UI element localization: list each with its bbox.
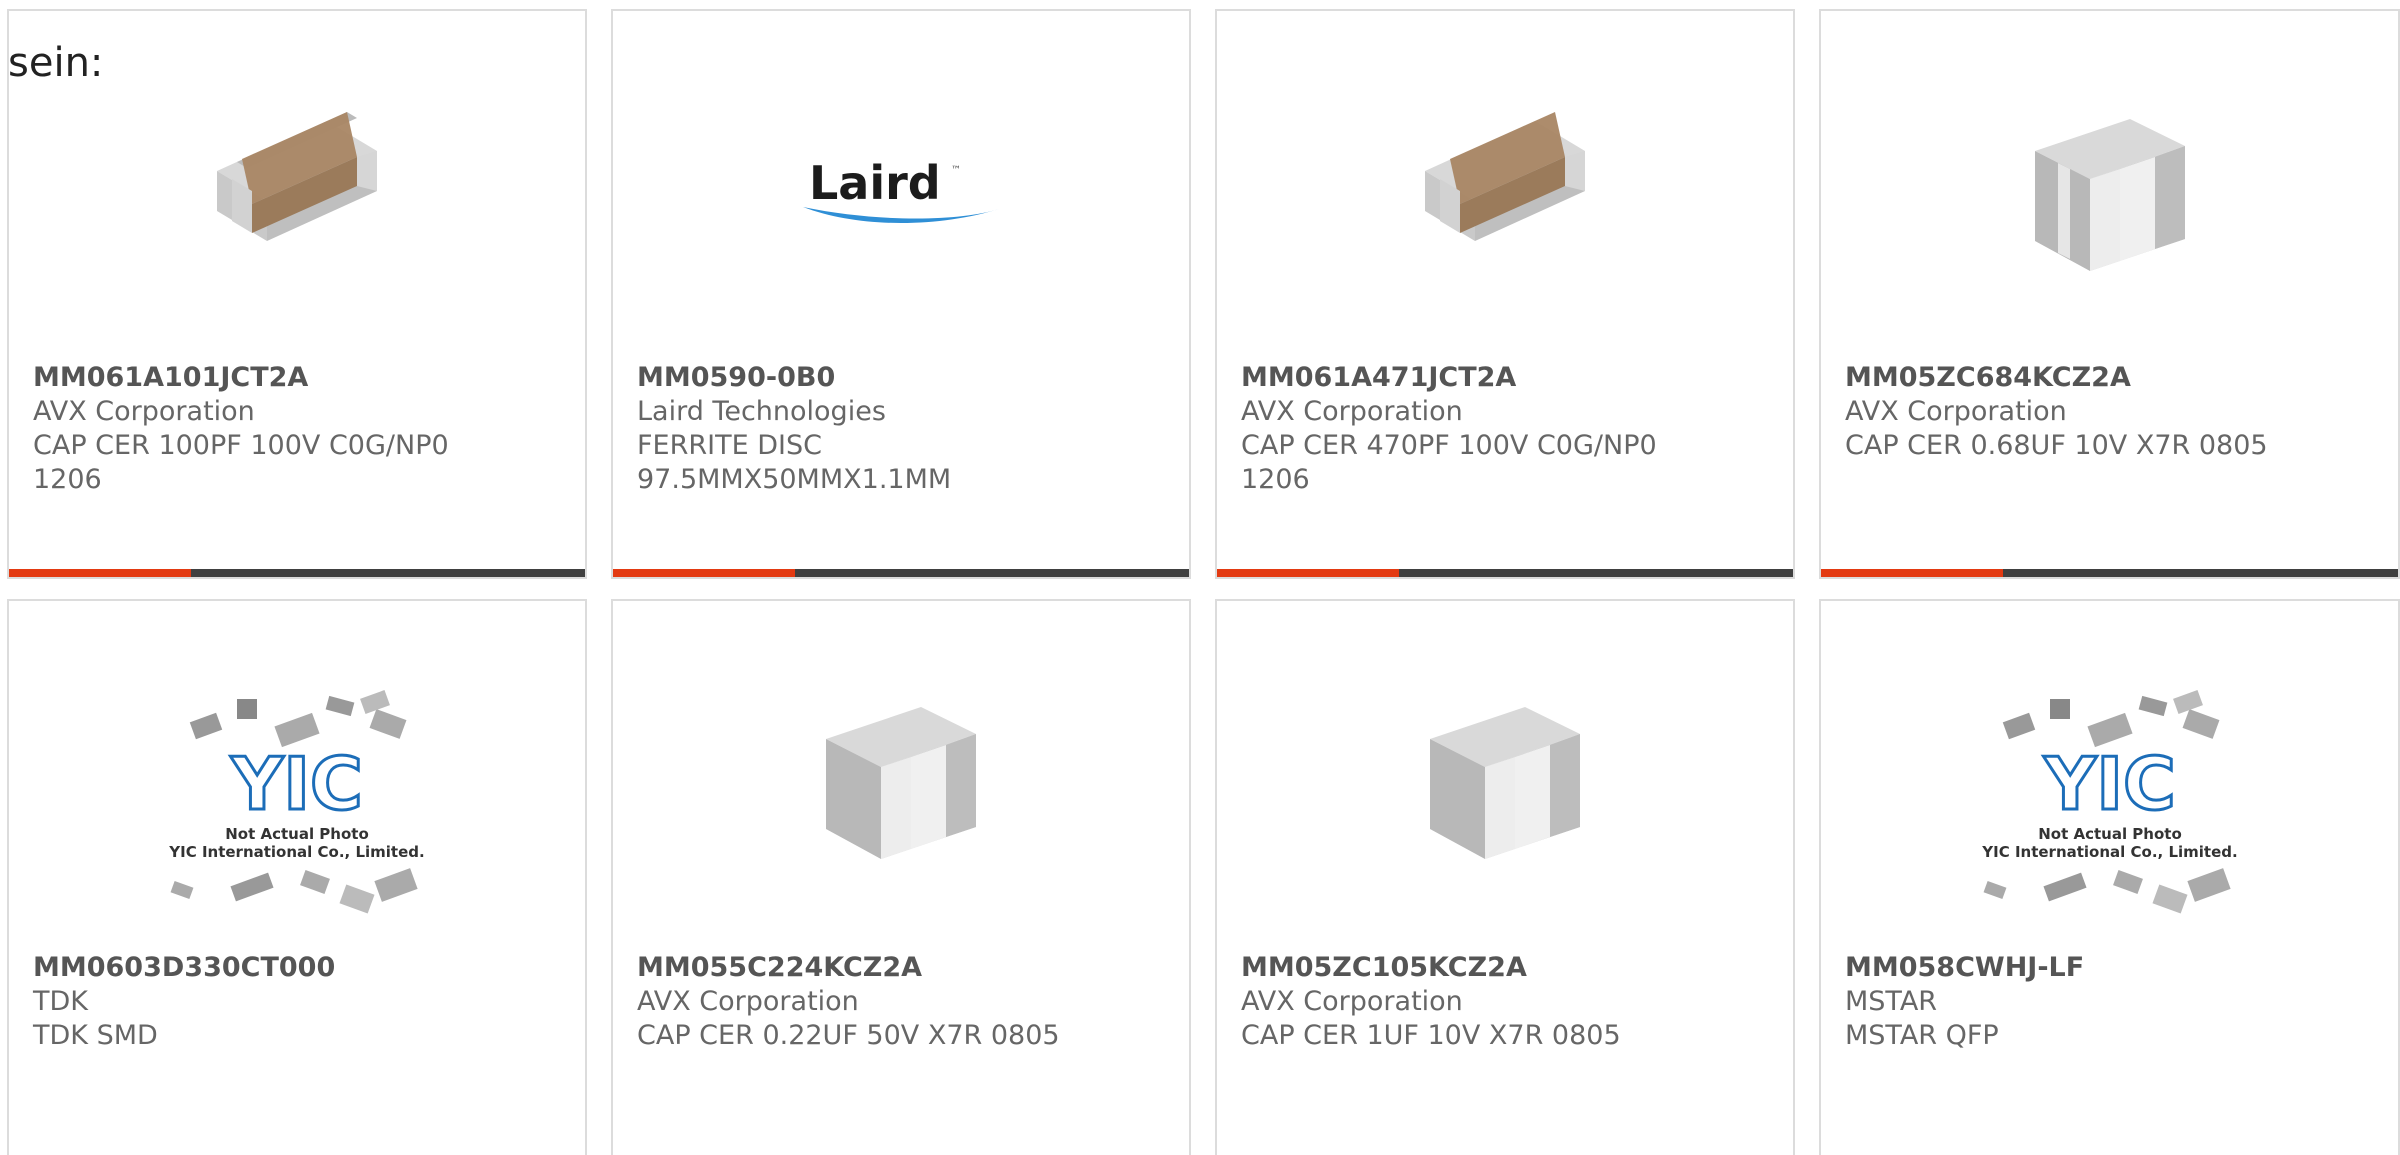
product-image[interactable] <box>1217 81 1793 301</box>
product-card[interactable]: Laird ™ MM0590-0B0 Laird Technologies FE… <box>611 9 1191 579</box>
gray-ceramic-chip-icon <box>2034 119 2185 271</box>
gray-ceramic-chip-icon <box>826 707 976 859</box>
accent-bar <box>1217 569 1399 577</box>
part-number-link[interactable]: MM058CWHJ-LF <box>1845 951 2378 985</box>
accent-bar <box>613 569 795 577</box>
svg-text:Not Actual Photo: Not Actual Photo <box>225 825 369 843</box>
laird-logo-text: Laird <box>809 156 941 210</box>
product-info: MM061A101JCT2A AVX Corporation CAP CER 1… <box>33 361 565 497</box>
brown-ceramic-chip-icon <box>1425 112 1585 241</box>
description: 97.5MMX50MMX1.1MM <box>637 464 952 495</box>
description: 1206 <box>33 464 102 495</box>
description: CAP CER 1UF 10V X7R 0805 <box>1241 1020 1621 1051</box>
part-number-link[interactable]: MM061A101JCT2A <box>33 361 565 395</box>
product-info: MM0603D330CT000 TDK TDK SMD <box>33 951 565 1053</box>
description: 1206 <box>1241 464 1310 495</box>
product-card[interactable]: MM055C224KCZ2A AVX Corporation CAP CER 0… <box>611 599 1191 1155</box>
product-info: MM061A471JCT2A AVX Corporation CAP CER 4… <box>1241 361 1773 497</box>
product-image[interactable] <box>9 81 585 301</box>
product-info: MM058CWHJ-LF MSTAR MSTAR QFP <box>1845 951 2378 1053</box>
description: CAP CER 0.22UF 50V X7R 0805 <box>637 1020 1060 1051</box>
card-divider <box>613 569 1189 577</box>
card-divider <box>1217 569 1793 577</box>
part-number-link[interactable]: MM061A471JCT2A <box>1241 361 1773 395</box>
product-card[interactable]: MM061A101JCT2A AVX Corporation CAP CER 1… <box>7 9 587 579</box>
product-image[interactable] <box>1821 81 2398 301</box>
manufacturer: AVX Corporation <box>1241 396 1463 427</box>
manufacturer: AVX Corporation <box>33 396 255 427</box>
svg-text:YIC: YIC <box>2043 742 2176 826</box>
yic-placeholder-icon: YIC Not Actual Photo YIC International C… <box>168 690 425 914</box>
card-divider <box>1821 569 2398 577</box>
product-info: MM05ZC105KCZ2A AVX Corporation CAP CER 1… <box>1241 951 1773 1053</box>
product-card[interactable]: MM05ZC684KCZ2A AVX Corporation CAP CER 0… <box>1819 9 2400 579</box>
product-image[interactable] <box>1217 659 1793 899</box>
manufacturer: Laird Technologies <box>637 396 886 427</box>
part-number-link[interactable]: MM05ZC105KCZ2A <box>1241 951 1773 985</box>
description: FERRITE DISC <box>637 430 822 461</box>
trademark-mark: ™ <box>951 165 961 176</box>
accent-bar <box>1821 569 2003 577</box>
part-number-link[interactable]: MM055C224KCZ2A <box>637 951 1169 985</box>
svg-text:YIC: YIC <box>230 742 363 826</box>
manufacturer: AVX Corporation <box>637 986 859 1017</box>
product-info: MM05ZC684KCZ2A AVX Corporation CAP CER 0… <box>1845 361 2378 463</box>
description: MSTAR QFP <box>1845 1020 1999 1051</box>
manufacturer: MSTAR <box>1845 986 1938 1017</box>
product-image[interactable]: YIC Not Actual Photo YIC International C… <box>9 689 585 929</box>
part-number-link[interactable]: MM0603D330CT000 <box>33 951 565 985</box>
accent-bar <box>9 569 191 577</box>
page: sein: MM061A101JCT2A AVX Corporation CAP… <box>0 0 2400 1155</box>
product-card[interactable]: MM061A471JCT2A AVX Corporation CAP CER 4… <box>1215 9 1795 579</box>
product-image[interactable]: YIC Not Actual Photo YIC International C… <box>1821 689 2398 929</box>
svg-text:YIC International Co., Limited: YIC International Co., Limited. <box>1981 843 2237 861</box>
laird-logo: Laird ™ <box>803 156 999 223</box>
brown-ceramic-chip-icon <box>217 112 377 241</box>
product-card[interactable]: YIC Not Actual Photo YIC International C… <box>7 599 587 1155</box>
part-number-link[interactable]: MM0590-0B0 <box>637 361 1169 395</box>
description: CAP CER 100PF 100V C0G/NP0 <box>33 430 449 461</box>
part-number-link[interactable]: MM05ZC684KCZ2A <box>1845 361 2378 395</box>
yic-placeholder-icon: YIC Not Actual Photo YIC International C… <box>1981 690 2237 914</box>
product-image[interactable] <box>613 659 1189 899</box>
svg-text:Not Actual Photo: Not Actual Photo <box>2038 825 2182 843</box>
intro-text: sein: <box>8 40 104 86</box>
gray-ceramic-chip-icon <box>1430 707 1580 859</box>
product-image[interactable]: Laird ™ <box>613 81 1189 301</box>
description: CAP CER 0.68UF 10V X7R 0805 <box>1845 430 2268 461</box>
product-info: MM055C224KCZ2A AVX Corporation CAP CER 0… <box>637 951 1169 1053</box>
product-card[interactable]: YIC Not Actual Photo YIC International C… <box>1819 599 2400 1155</box>
card-divider <box>9 569 585 577</box>
description: CAP CER 470PF 100V C0G/NP0 <box>1241 430 1657 461</box>
product-info: MM0590-0B0 Laird Technologies FERRITE DI… <box>637 361 1169 497</box>
manufacturer: AVX Corporation <box>1241 986 1463 1017</box>
manufacturer: TDK <box>33 986 88 1017</box>
svg-text:YIC International Co., Limited: YIC International Co., Limited. <box>168 843 424 861</box>
product-card[interactable]: MM05ZC105KCZ2A AVX Corporation CAP CER 1… <box>1215 599 1795 1155</box>
description: TDK SMD <box>33 1020 158 1051</box>
manufacturer: AVX Corporation <box>1845 396 2067 427</box>
